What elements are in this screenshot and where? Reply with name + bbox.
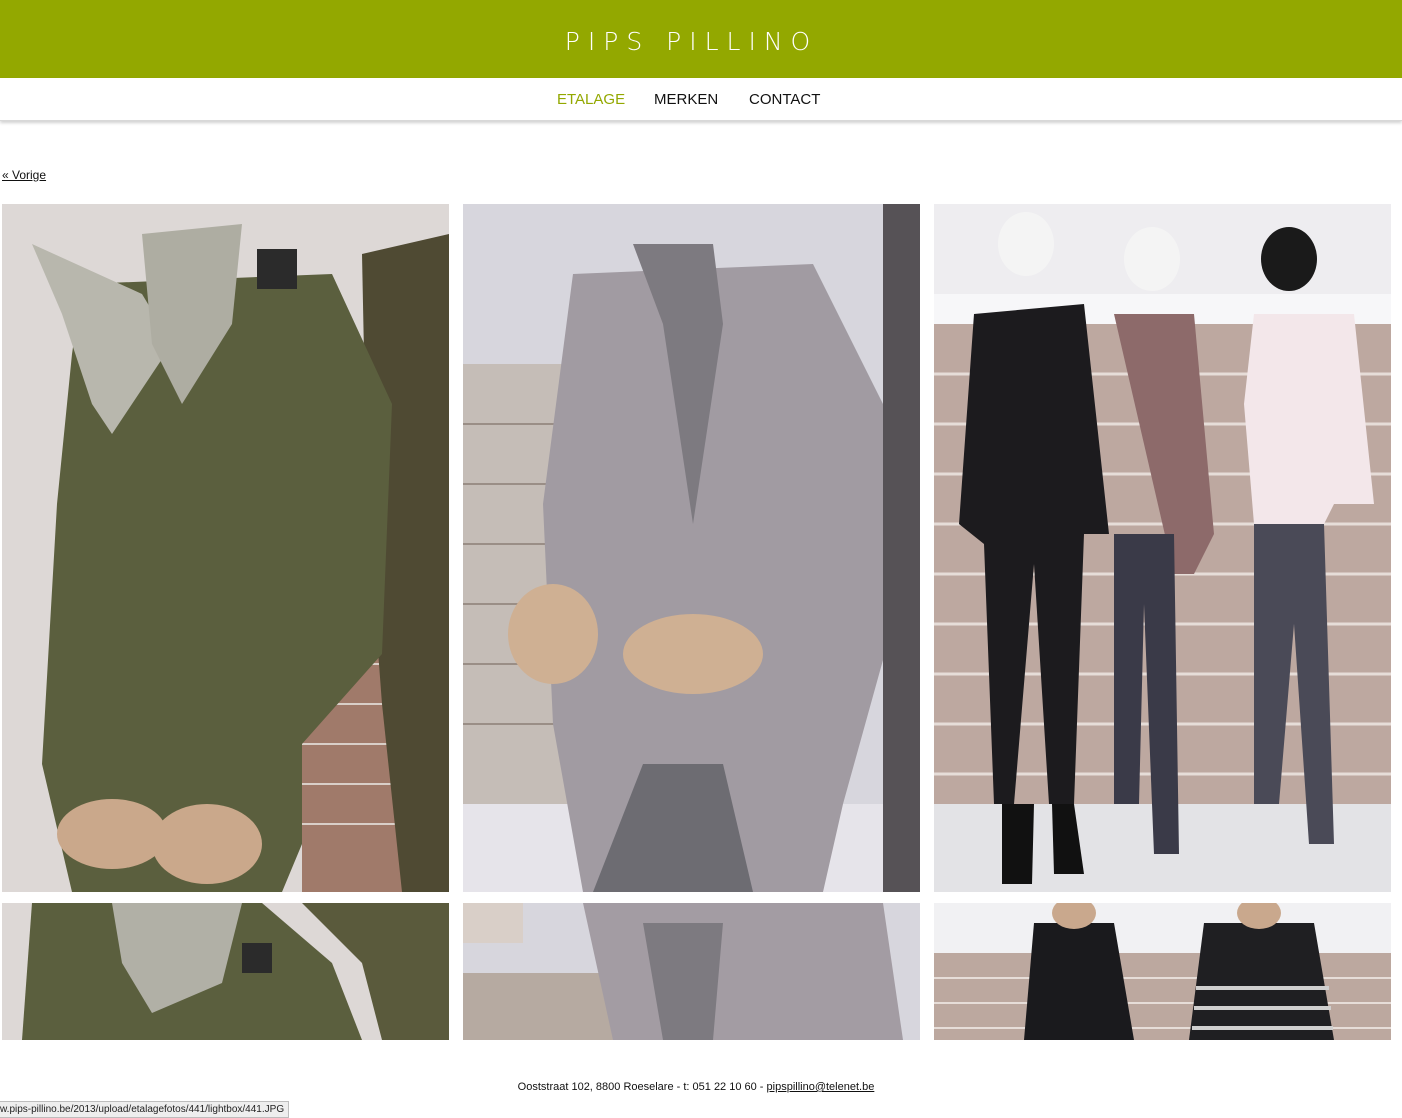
gallery-photo-1[interactable] <box>2 204 449 892</box>
gallery-photo-2[interactable] <box>463 204 920 892</box>
photo-5-image <box>463 903 920 1040</box>
gallery-photo-3[interactable] <box>934 204 1391 892</box>
main-nav: ETALAGE MERKEN CONTACT <box>0 78 1402 121</box>
photo-3-image <box>934 204 1391 892</box>
site-footer: Ooststraat 102, 8800 Roeselare - t: 051 … <box>0 1081 1392 1093</box>
photo-1-image <box>2 204 449 892</box>
photo-2-image <box>463 204 920 892</box>
photo-4-image <box>2 903 449 1040</box>
gallery-photo-6[interactable] <box>934 903 1391 1040</box>
site-header: PIPS PILLINO <box>0 0 1402 78</box>
nav-item-merken[interactable]: MERKEN <box>654 91 718 109</box>
footer-email-link[interactable]: pipspillino@telenet.be <box>767 1081 875 1093</box>
site-logo[interactable]: PIPS PILLINO <box>0 27 1383 57</box>
browser-status-bar: w.pips-pillino.be/2013/upload/etalagefot… <box>0 1101 290 1118</box>
photo-6-image <box>934 903 1391 1040</box>
footer-address: Ooststraat 102, 8800 Roeselare - t: 051 … <box>517 1081 767 1093</box>
nav-item-etalage[interactable]: ETALAGE <box>557 91 625 109</box>
nav-item-contact[interactable]: CONTACT <box>749 91 820 109</box>
previous-link[interactable]: « Vorige <box>2 168 46 182</box>
gallery-photo-5[interactable] <box>463 903 920 1040</box>
gallery-photo-4[interactable] <box>2 903 449 1040</box>
